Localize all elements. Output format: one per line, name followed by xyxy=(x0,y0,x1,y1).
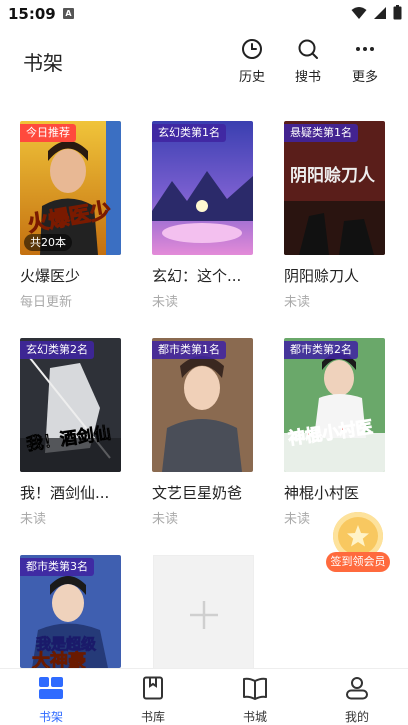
plus-icon xyxy=(189,601,218,629)
book-title: 神棍小村医 xyxy=(284,484,360,502)
wifi-icon xyxy=(351,6,367,19)
book-item[interactable]: 阴阳赊刀人 悬疑类第1名 阴阳赊刀人 未读 xyxy=(284,121,394,310)
status-time: 15:09 xyxy=(8,5,56,23)
book-title: 火爆医少 xyxy=(20,267,81,285)
cover-title: 火爆医少 xyxy=(26,198,113,236)
book-item[interactable]: 都市类第1名 文艺巨星奶爸 未读 xyxy=(152,338,262,527)
bottom-nav: 书架 书库 书城 我的 xyxy=(0,668,408,725)
book-item[interactable]: 玄幻类第1名 玄幻：这个... 未读 xyxy=(152,121,262,310)
history-label: 历史 xyxy=(238,70,265,85)
notification-icon: A xyxy=(63,8,74,19)
book-badge: 悬疑类第1名 xyxy=(284,124,358,142)
status-icons xyxy=(351,5,402,20)
page-title: 书架 xyxy=(23,51,63,75)
book-item[interactable]: 神棍小村医 都市类第2名 神棍小村医 未读 xyxy=(284,338,394,527)
book-badge: 玄幻类第1名 xyxy=(152,124,226,142)
book-cover[interactable]: 我！酒剑仙 玄幻类第2名 xyxy=(20,338,121,472)
nav-label: 书库 xyxy=(140,710,165,724)
book-count-tag: 共20本 xyxy=(24,234,72,251)
signin-label: 签到领会员 xyxy=(326,552,390,572)
more-label: 更多 xyxy=(351,70,378,85)
book-status: 每日更新 xyxy=(20,295,73,310)
book-status: 未读 xyxy=(152,295,179,310)
search-button[interactable]: 搜书 xyxy=(286,37,330,87)
more-dots-icon xyxy=(353,37,377,61)
book-cover[interactable]: 阴阳赊刀人 悬疑类第1名 xyxy=(284,121,385,255)
book-status: 未读 xyxy=(284,295,311,310)
book-badge: 都市类第1名 xyxy=(152,341,226,359)
book-title: 我！酒剑仙... xyxy=(20,484,110,502)
cover-title: 神棍小村医 xyxy=(287,417,374,450)
clock-icon xyxy=(240,37,264,61)
nav-profile[interactable]: 我的 xyxy=(327,675,387,725)
book-badge: 玄幻类第2名 xyxy=(20,341,94,359)
signal-icon xyxy=(374,6,386,19)
book-item[interactable]: 我是超级 大神豪 都市类第3名 xyxy=(20,555,130,668)
book-status: 未读 xyxy=(152,512,179,527)
book-badge: 都市类第2名 xyxy=(284,341,358,359)
book-cover[interactable]: 玄幻类第1名 xyxy=(152,121,253,255)
search-label: 搜书 xyxy=(294,70,321,85)
book-badge: 今日推荐 xyxy=(20,124,76,142)
book-badge: 都市类第3名 xyxy=(20,558,94,576)
book-title: 文艺巨星奶爸 xyxy=(152,484,243,502)
cover-title: 阴阳赊刀人 xyxy=(290,165,376,186)
search-icon xyxy=(296,37,320,61)
history-button[interactable]: 历史 xyxy=(230,37,274,87)
book-cover[interactable]: 神棍小村医 都市类第2名 xyxy=(284,338,385,472)
profile-icon xyxy=(343,675,371,701)
library-icon xyxy=(139,675,167,701)
nav-bookstore[interactable]: 书城 xyxy=(225,675,285,725)
status-bar: 15:09 A xyxy=(0,0,408,28)
book-status: 未读 xyxy=(20,512,47,527)
bookshelf-icon xyxy=(37,675,65,701)
cover-title: 我！酒剑仙 xyxy=(25,422,112,455)
book-title: 阴阳赊刀人 xyxy=(284,267,360,285)
nav-bookshelf[interactable]: 书架 xyxy=(21,675,81,725)
nav-label: 书架 xyxy=(38,710,63,724)
nav-library[interactable]: 书库 xyxy=(123,675,183,725)
signin-float-button[interactable]: 签到领会员 xyxy=(326,512,390,574)
book-item[interactable]: 火爆医少 今日推荐 共20本 火爆医少 每日更新 xyxy=(20,121,130,310)
book-cover[interactable]: 火爆医少 今日推荐 共20本 xyxy=(20,121,121,255)
book-cover[interactable]: 我是超级 大神豪 都市类第3名 xyxy=(20,555,121,668)
battery-icon xyxy=(393,5,402,20)
add-book-button[interactable] xyxy=(153,555,254,675)
book-item[interactable]: 我！酒剑仙 玄幻类第2名 我！酒剑仙... 未读 xyxy=(20,338,130,527)
nav-label: 我的 xyxy=(344,710,369,724)
nav-label: 书城 xyxy=(242,710,267,724)
bookstore-icon xyxy=(241,675,269,701)
book-cover[interactable]: 都市类第1名 xyxy=(152,338,253,472)
more-button[interactable]: 更多 xyxy=(343,37,387,87)
book-title: 玄幻：这个... xyxy=(152,267,242,285)
cover-title-line2: 大神豪 xyxy=(32,650,86,668)
